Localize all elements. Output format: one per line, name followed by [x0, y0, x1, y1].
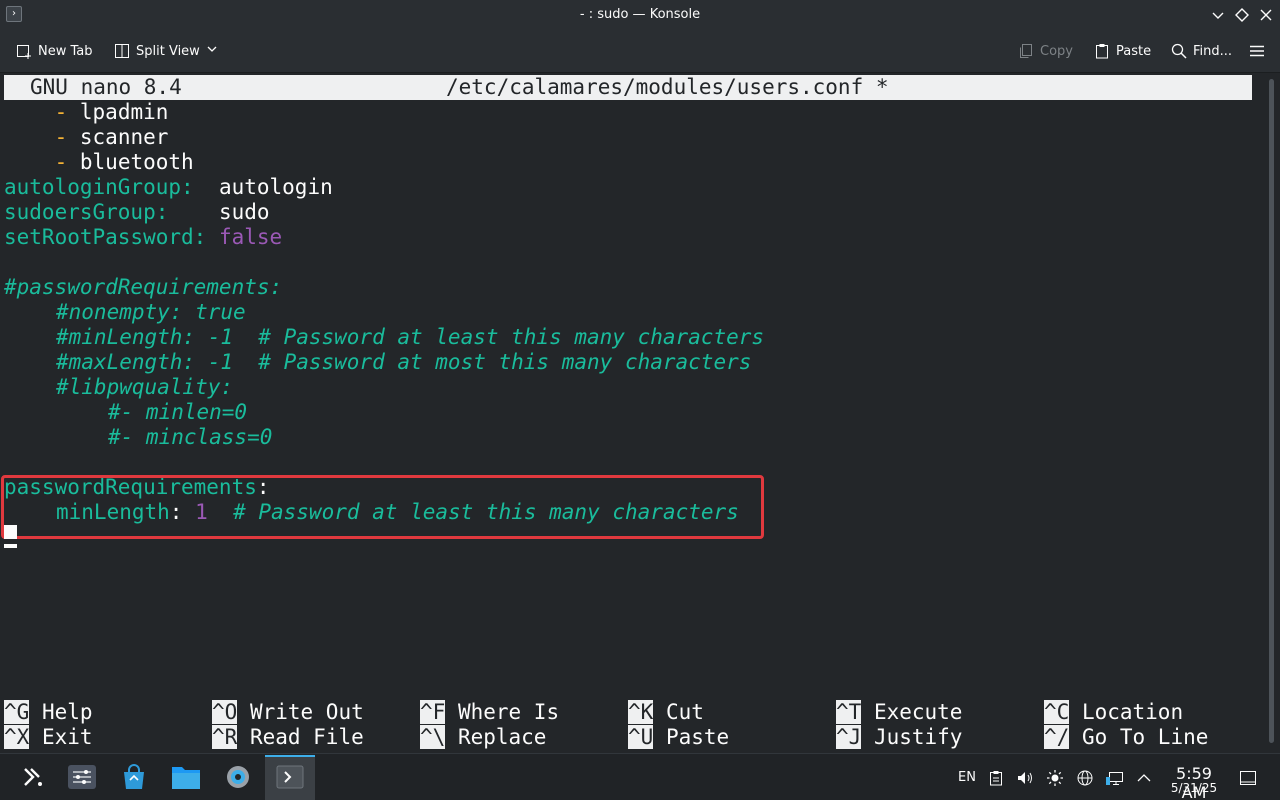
editor-line: - scanner: [54, 125, 169, 149]
nano-header: GNU nano 8.4/etc/calamares/modules/users…: [4, 75, 1252, 100]
editor-line: sudoersGroup: sudo: [4, 200, 270, 224]
split-view-label: Split View: [136, 43, 200, 59]
network-globe-icon[interactable]: [1076, 770, 1094, 786]
shortcut-where-is[interactable]: ^F Where Is: [420, 700, 559, 725]
text-cursor: [4, 525, 17, 550]
hamburger-menu-icon: [1249, 43, 1265, 59]
system-settings-taskbar-button[interactable]: [60, 757, 104, 800]
paste-label: Paste: [1116, 43, 1152, 59]
shortcut-read-file[interactable]: ^R Read File: [212, 725, 364, 750]
taskbar: EN 5:59 AM 5/31/25: [0, 753, 1280, 800]
editor-line: - lpadmin: [54, 100, 169, 124]
settings-panel-icon: [67, 762, 97, 796]
title-bar: › - : sudo — Konsole: [0, 0, 1280, 29]
terminal-view[interactable]: GNU nano 8.4/etc/calamares/modules/users…: [0, 73, 1264, 753]
editor-line: #minLength: -1 # Password at least this …: [56, 325, 765, 349]
folder-icon: [171, 763, 201, 795]
volume-icon[interactable]: [1016, 770, 1034, 786]
keyboard-layout-indicator[interactable]: EN: [956, 770, 978, 786]
copy-label: Copy: [1040, 43, 1073, 59]
discover-store-taskbar-button[interactable]: [112, 757, 156, 800]
hamburger-menu-button[interactable]: [1249, 37, 1265, 65]
clock-date[interactable]: 5/31/25: [1162, 781, 1226, 795]
konsole-taskbar-button[interactable]: [265, 755, 315, 800]
editor-line: setRootPassword: false: [4, 225, 283, 249]
editor-line: #- minlen=0: [108, 400, 248, 424]
chevron-down-icon: [206, 43, 218, 59]
copy-icon: [1018, 43, 1034, 59]
split-view-icon: [114, 43, 130, 59]
copy-button[interactable]: Copy: [1018, 37, 1073, 65]
file-manager-taskbar-button[interactable]: [164, 757, 208, 800]
shortcut-location[interactable]: ^C Location: [1044, 700, 1183, 725]
nano-filename: /etc/calamares/modules/users.conf *: [446, 75, 889, 99]
editor-line: #- minclass=0: [108, 425, 273, 449]
minimize-button[interactable]: [1210, 7, 1226, 23]
find-label: Find...: [1193, 43, 1233, 59]
split-view-button[interactable]: Split View: [114, 37, 218, 65]
gear-icon: [224, 763, 252, 795]
editor-line: #maxLength: -1 # Password at most this m…: [56, 350, 752, 374]
show-desktop-icon[interactable]: [1239, 770, 1257, 786]
editor-line: #passwordRequirements:: [4, 275, 283, 299]
shortcut-write-out[interactable]: ^O Write Out: [212, 700, 364, 725]
shortcut-cut[interactable]: ^K Cut: [628, 700, 704, 725]
editor-line: - bluetooth: [54, 150, 194, 174]
highlight-annotation-box: [1, 475, 764, 539]
shopping-bag-icon: [120, 763, 148, 795]
editor-line: #libpwquality:: [56, 375, 234, 399]
shortcut-go-to-line[interactable]: ^/ Go To Line: [1044, 725, 1208, 750]
paste-icon: [1094, 43, 1110, 59]
editor-line: #nonempty: true: [56, 300, 246, 324]
chevron-up-icon[interactable]: [1135, 770, 1153, 786]
toolbar: New Tab Split View Copy Paste Find...: [0, 29, 1280, 73]
scrollbar-thumb[interactable]: [1269, 79, 1274, 743]
shortcut-justify[interactable]: ^J Justify: [836, 725, 962, 750]
system-settings-gear-taskbar-button[interactable]: [216, 757, 260, 800]
find-button[interactable]: Find...: [1171, 37, 1232, 65]
shortcut-exit[interactable]: ^X Exit: [4, 725, 93, 750]
paste-button[interactable]: Paste: [1094, 37, 1151, 65]
wired-network-icon[interactable]: [1106, 770, 1124, 786]
shortcut-execute[interactable]: ^T Execute: [836, 700, 962, 725]
shortcut-paste[interactable]: ^U Paste: [628, 725, 729, 750]
search-icon: [1171, 43, 1187, 59]
new-tab-button[interactable]: New Tab: [16, 37, 93, 65]
terminal-scrollbar[interactable]: [1264, 73, 1280, 753]
shortcut-replace[interactable]: ^\ Replace: [420, 725, 546, 750]
keep-above-button[interactable]: [1234, 7, 1250, 23]
shortcut-help[interactable]: ^G Help: [4, 700, 93, 725]
launcher-icon: [19, 764, 45, 794]
new-tab-icon: [16, 43, 32, 59]
window-title: - : sudo — Konsole: [579, 7, 701, 22]
clipboard-icon[interactable]: [987, 770, 1005, 786]
editor-line: autologinGroup: autologin: [4, 175, 333, 199]
close-button[interactable]: [1258, 7, 1274, 23]
terminal-icon: [276, 765, 304, 793]
brightness-icon[interactable]: [1046, 770, 1064, 786]
new-tab-label: New Tab: [38, 43, 93, 59]
nano-version: GNU nano 8.4: [30, 75, 182, 99]
application-launcher-button[interactable]: [10, 757, 54, 800]
